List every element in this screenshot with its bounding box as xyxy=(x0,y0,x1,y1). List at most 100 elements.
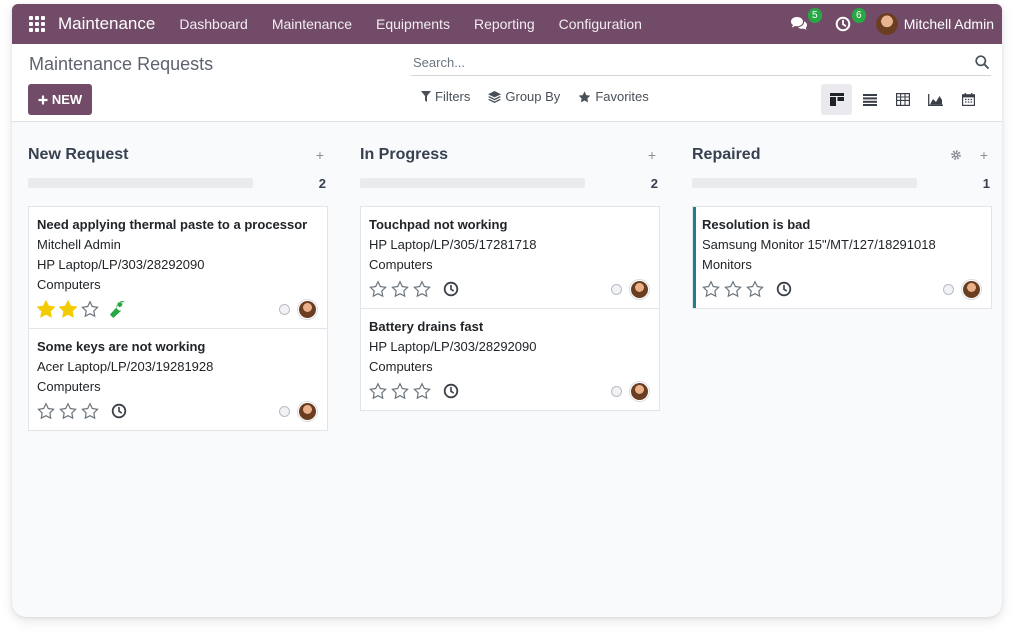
clock-icon[interactable] xyxy=(776,281,792,297)
kanban-state-dot[interactable] xyxy=(943,283,954,295)
star-empty-icon[interactable] xyxy=(59,402,77,420)
card-line: HP Laptop/LP/303/28292090 xyxy=(37,257,205,272)
star-empty-icon[interactable] xyxy=(391,382,409,400)
star-filled-icon[interactable] xyxy=(59,300,77,318)
favorites-button[interactable]: Favorites xyxy=(578,89,649,104)
top-navbar: Maintenance Dashboard Maintenance Equipm… xyxy=(12,4,1002,44)
star-icon xyxy=(579,90,591,102)
star-empty-icon[interactable] xyxy=(746,280,764,298)
assignee-avatar xyxy=(630,381,649,401)
pivot-view-icon xyxy=(895,93,910,106)
graph-view-button[interactable] xyxy=(920,84,951,115)
control-panel: Maintenance Requests NEW Filters Group B… xyxy=(12,44,1002,122)
kanban-card[interactable]: Need applying thermal paste to a process… xyxy=(29,207,327,329)
card-line: Monitors xyxy=(702,257,752,272)
menu-reporting[interactable]: Reporting xyxy=(462,16,547,32)
search-input[interactable] xyxy=(411,50,951,74)
user-avatar xyxy=(875,13,898,35)
star-empty-icon[interactable] xyxy=(413,280,431,298)
star-filled-icon[interactable] xyxy=(37,300,55,318)
layers-icon xyxy=(488,90,502,103)
star-empty-icon[interactable] xyxy=(391,280,409,298)
column-title[interactable]: New Request xyxy=(28,146,128,164)
search-options: Filters Group By Favorites xyxy=(421,89,649,104)
messages-button[interactable]: 5 xyxy=(788,8,822,35)
priority-stars xyxy=(369,280,431,298)
card-list: Touchpad not working HP Laptop/LP/305/17… xyxy=(360,206,660,411)
kanban-card[interactable]: Some keys are not working Acer Laptop/LP… xyxy=(29,329,327,430)
column-progress: 2 xyxy=(28,175,328,191)
column-header: Repaired + xyxy=(692,144,992,166)
search-icon[interactable] xyxy=(975,55,989,69)
star-empty-icon[interactable] xyxy=(702,280,720,298)
assignee-avatar xyxy=(298,299,317,319)
gear-icon[interactable] xyxy=(950,149,962,161)
star-empty-icon[interactable] xyxy=(369,382,387,400)
app-title[interactable]: Maintenance xyxy=(58,14,155,34)
card-line: Samsung Monitor 15"/MT/127/18291018 xyxy=(702,237,936,252)
view-switcher xyxy=(821,84,984,115)
star-empty-icon[interactable] xyxy=(413,382,431,400)
kanban-state-dot[interactable] xyxy=(279,405,290,417)
column-progress-bar xyxy=(360,178,585,188)
card-title: Some keys are not working xyxy=(37,339,206,354)
assignee-avatar xyxy=(298,401,317,421)
priority-stars xyxy=(37,402,99,420)
kanban-view-button[interactable] xyxy=(821,84,852,115)
apps-menu-icon[interactable] xyxy=(29,16,45,32)
star-empty-icon[interactable] xyxy=(724,280,742,298)
activity-clock-icon xyxy=(835,16,851,32)
favorites-label: Favorites xyxy=(595,89,649,104)
column-progress: 2 xyxy=(360,176,660,191)
column-header: New Request + xyxy=(28,144,328,166)
groupby-label: Group By xyxy=(505,89,561,104)
add-card-icon[interactable]: + xyxy=(980,147,988,163)
app-window: Maintenance Dashboard Maintenance Equipm… xyxy=(12,4,1002,617)
filters-button[interactable]: Filters xyxy=(421,89,470,104)
card-list: Resolution is bad Samsung Monitor 15"/MT… xyxy=(692,206,992,309)
menu-configuration[interactable]: Configuration xyxy=(547,16,654,32)
card-line: Computers xyxy=(369,359,433,374)
pivot-view-button[interactable] xyxy=(887,84,918,115)
star-empty-icon[interactable] xyxy=(81,402,99,420)
column-count: 2 xyxy=(318,175,326,191)
kanban-card[interactable]: Battery drains fast HP Laptop/LP/303/282… xyxy=(361,309,659,410)
card-line: Computers xyxy=(37,277,101,292)
column-title[interactable]: Repaired xyxy=(692,146,760,164)
card-title: Touchpad not working xyxy=(369,217,508,232)
column-progress: 1 xyxy=(692,176,992,191)
activities-badge: 6 xyxy=(851,8,866,23)
activities-button[interactable]: 6 xyxy=(832,8,866,35)
kanban-card[interactable]: Touchpad not working HP Laptop/LP/305/17… xyxy=(361,207,659,309)
priority-stars xyxy=(369,382,431,400)
star-empty-icon[interactable] xyxy=(37,402,55,420)
new-button-label: NEW xyxy=(51,92,83,107)
card-title: Resolution is bad xyxy=(702,217,811,232)
clock-icon[interactable] xyxy=(443,281,459,297)
kanban-state-dot[interactable] xyxy=(611,283,622,295)
add-card-icon[interactable]: + xyxy=(648,147,656,163)
new-button[interactable]: NEW xyxy=(28,84,92,115)
card-title: Need applying thermal paste to a process… xyxy=(37,217,308,232)
menu-maintenance[interactable]: Maintenance xyxy=(260,16,364,32)
column-title[interactable]: In Progress xyxy=(360,146,448,164)
column-in-progress: In Progress + 2 Touchpad not working HP … xyxy=(360,144,660,431)
calendar-view-button[interactable] xyxy=(953,84,984,115)
star-empty-icon[interactable] xyxy=(369,280,387,298)
card-line: Computers xyxy=(37,379,101,394)
menu-equipments[interactable]: Equipments xyxy=(364,16,462,32)
star-empty-icon[interactable] xyxy=(81,300,99,318)
kanban-state-dot[interactable] xyxy=(279,303,290,315)
clock-icon[interactable] xyxy=(111,403,127,419)
add-card-icon[interactable]: + xyxy=(316,147,324,163)
user-menu[interactable]: Mitchell Admin xyxy=(875,13,994,35)
kanban-state-dot[interactable] xyxy=(611,385,622,397)
column-new-request: New Request + 2 Need applying thermal pa… xyxy=(28,144,328,431)
menu-dashboard[interactable]: Dashboard xyxy=(167,16,260,32)
list-view-button[interactable] xyxy=(854,84,885,115)
card-line: HP Laptop/LP/303/28292090 xyxy=(369,339,537,354)
clock-icon[interactable] xyxy=(443,383,459,399)
plus-icon xyxy=(38,95,48,104)
groupby-button[interactable]: Group By xyxy=(488,89,560,104)
kanban-card[interactable]: Resolution is bad Samsung Monitor 15"/MT… xyxy=(693,207,991,308)
